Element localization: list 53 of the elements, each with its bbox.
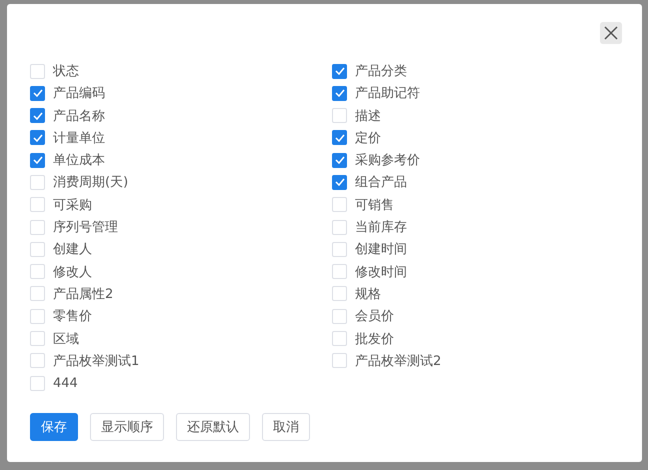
column-label: 描述 [355,108,381,125]
checkbox[interactable] [30,108,45,124]
column-label: 产品编码 [53,85,105,102]
column-label: 组合产品 [355,174,407,192]
column-label: 批发价 [355,330,394,348]
checkbox[interactable] [30,152,45,168]
column-label: 可销售 [355,196,394,214]
checkbox[interactable] [332,152,347,168]
save-button[interactable]: 保存 [30,413,78,442]
dialog-button[interactable]: 还原默认 [176,413,250,442]
column-label: 产品分类 [355,63,407,80]
checkmark-icon [334,178,344,186]
column-label: 修改人 [53,264,92,281]
close-button[interactable] [600,22,622,44]
column-label: 444 [53,376,78,391]
column-label: 零售价 [53,308,92,326]
column-label: 产品名称 [53,108,105,125]
column-label: 采购参考价 [355,152,420,170]
checkmark-icon [32,156,42,164]
column-label: 当前库存 [355,219,407,236]
column-label: 计量单位 [53,130,105,147]
checkmark-icon [334,156,344,164]
column-label: 产品枚举测试2 [355,352,442,370]
checkmark-icon [32,134,42,142]
checkbox[interactable] [332,86,347,101]
column-label: 定价 [355,130,381,147]
checkmark-icon [334,67,344,75]
column-label: 产品枚举测试1 [53,352,140,370]
checkmark-icon [334,134,344,142]
checkbox[interactable] [332,130,347,146]
checkbox[interactable] [332,64,347,78]
column-label: 规格 [355,286,381,303]
checkbox[interactable] [30,86,45,101]
column-label: 状态 [53,63,79,80]
column-label: 消费周期(天) [53,174,128,192]
column-label: 产品属性2 [53,286,114,303]
column-label: 产品助记符 [355,85,420,102]
dialog-button[interactable]: 取消 [262,413,310,442]
column-label: 区域 [53,330,79,348]
checkbox[interactable] [30,130,45,146]
checkmark-icon [32,112,42,120]
checkbox[interactable] [332,174,347,190]
checkmark-icon [334,89,344,98]
column-label: 修改时间 [355,264,407,281]
column-label: 创建时间 [355,241,407,258]
column-label: 单位成本 [53,152,105,170]
checkmark-icon [32,89,42,98]
close-icon [604,26,618,40]
column-label: 序列号管理 [53,219,118,236]
column-label: 会员价 [355,308,394,326]
column-label: 可采购 [53,196,92,214]
column-label: 创建人 [53,241,92,258]
dialog-button[interactable]: 显示顺序 [90,413,164,442]
